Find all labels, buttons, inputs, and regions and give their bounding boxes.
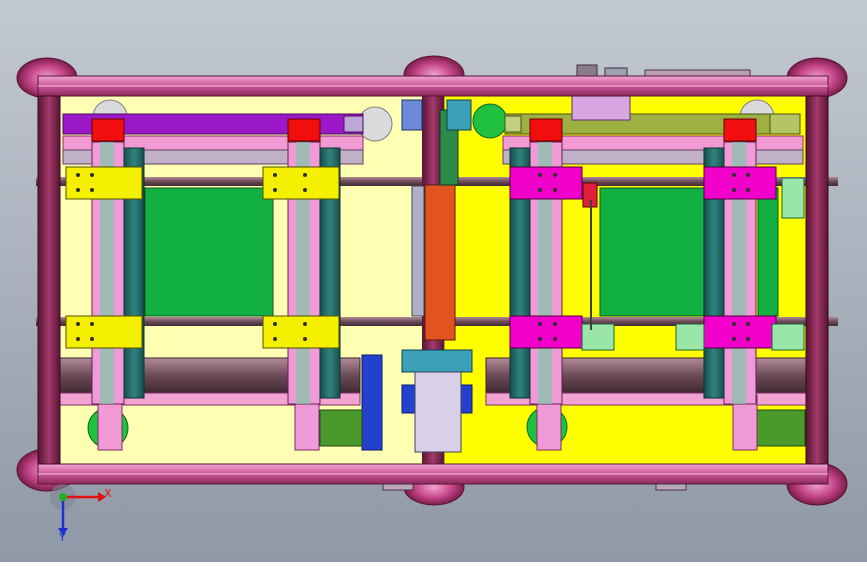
axis-triad: X Y [40, 470, 130, 550]
red-cap-2 [287, 118, 321, 142]
center-lower-block-1 [401, 349, 473, 373]
pcb-edge-right [757, 187, 779, 317]
x-axis-label: X [104, 487, 112, 500]
assembly-drawing [0, 0, 867, 562]
center-column-orange [424, 184, 456, 341]
cross-beam-upper-right [446, 177, 838, 186]
triad-origin [59, 493, 67, 501]
actuator-column-4 [703, 118, 757, 405]
pcb-board-left [144, 187, 274, 317]
top-accessory-1 [576, 64, 598, 78]
bottom-tab-left [382, 483, 414, 491]
rail-olive-end-right [769, 113, 801, 135]
center-gray-link [411, 185, 425, 317]
sensor-box-2 [771, 323, 805, 351]
motor-left [319, 409, 363, 447]
bottom-tab-right [655, 483, 687, 491]
pad-green-top [472, 103, 508, 139]
sensor-box-1 [581, 323, 615, 351]
frame-right-post [805, 95, 829, 465]
red-cap-1 [91, 118, 125, 142]
center-top-block-teal [446, 99, 472, 131]
frame-left-post [37, 95, 61, 465]
rail-purple-end [343, 115, 364, 133]
rail-olive-end [504, 115, 522, 133]
top-bracket [571, 94, 631, 121]
y-axis-label: Y [59, 531, 66, 544]
red-cap-3 [529, 118, 563, 142]
center-lower-column [414, 371, 462, 453]
center-top-block-blue [401, 99, 423, 131]
sensor-box-3 [675, 323, 705, 351]
actuator-column-1 [91, 118, 145, 405]
red-cap-4 [723, 118, 757, 142]
axis-triad-graphic [50, 484, 106, 536]
sensor-box-4 [781, 177, 805, 219]
cad-viewport[interactable]: X Y [0, 0, 867, 562]
blue-plate-left [361, 354, 383, 451]
pcb-board-right [599, 187, 706, 317]
actuator-column-3 [509, 118, 563, 405]
actuator-column-2 [287, 118, 341, 405]
motor-right [754, 409, 806, 447]
